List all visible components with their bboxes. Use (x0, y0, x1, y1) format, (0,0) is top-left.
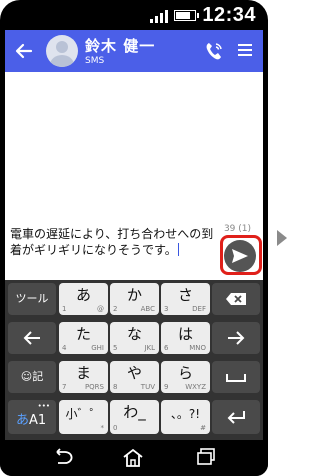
mode-dots-icon: ••• (37, 402, 50, 410)
key-digit: 2 (113, 305, 118, 313)
key-digit: 9 (164, 383, 169, 391)
key-digit: 8 (113, 383, 118, 391)
key-ma[interactable]: ま 7 PQRS (59, 361, 108, 393)
key-wa[interactable]: わ_ 0 (110, 400, 159, 434)
key-label: か (126, 286, 142, 304)
input-mode-key[interactable]: あA1 ••• (8, 400, 56, 434)
space-icon (226, 374, 246, 382)
key-digit: 0 (113, 424, 118, 432)
key-label: わ_ (123, 403, 146, 421)
nav-recents-icon[interactable] (196, 448, 216, 466)
key-ra[interactable]: ら 9 WXYZ (161, 361, 210, 393)
arrow-right-icon (228, 331, 245, 345)
character-counter: 39 (1) (223, 224, 251, 234)
message-input[interactable]: 電車の遅延により、打ち合わせへの到着がギリギリになりそうです。 (10, 226, 220, 258)
message-thread (5, 72, 263, 222)
key-sublabel: DEF (192, 305, 206, 313)
message-text: 電車の遅延により、打ち合わせへの到着がギリギリになりそうです。 (10, 227, 214, 257)
key-ta[interactable]: た 4 GHI (59, 322, 108, 354)
key-digit: 7 (62, 383, 67, 391)
app-header: 鈴木 健一 SMS (5, 30, 263, 72)
status-bar: 12:34 (0, 0, 268, 30)
key-sublabel: @ (97, 305, 104, 313)
nav-home-icon[interactable] (122, 448, 144, 468)
key-sublabel: * (100, 424, 105, 432)
key-punctuation[interactable]: 、。?! # (161, 400, 210, 434)
mode-label-alnum: A1 (29, 413, 47, 428)
key-ka[interactable]: か 2 ABC (110, 283, 159, 315)
status-time: 12:34 (202, 4, 256, 26)
key-digit: 6 (164, 344, 169, 352)
key-sublabel: JKL (144, 344, 155, 352)
key-sublabel: TUV (140, 383, 155, 391)
nav-back-icon[interactable] (50, 448, 74, 466)
key-dakuten[interactable]: 小゛゜ * (59, 400, 108, 434)
key-label: あ (75, 286, 91, 304)
contact-name: 鈴木 健一 (85, 37, 156, 55)
cursor-right-key[interactable] (212, 322, 260, 354)
key-label: ま (75, 364, 91, 382)
key-label: ら (177, 364, 193, 382)
back-arrow-icon[interactable] (13, 40, 35, 62)
enter-key[interactable] (212, 400, 260, 434)
text-cursor (177, 243, 180, 256)
send-icon (232, 249, 248, 263)
mode-label: あA1 (16, 409, 46, 428)
key-label: た (75, 325, 91, 343)
conversation-type: SMS (85, 56, 105, 66)
key-sublabel: MNO (189, 344, 206, 352)
emoji-symbol-key[interactable]: ☺記 (8, 361, 56, 393)
key-digit: 4 (62, 344, 67, 352)
key-ha[interactable]: は 6 MNO (161, 322, 210, 354)
backspace-key[interactable] (212, 283, 260, 315)
enter-icon (227, 411, 245, 424)
send-button[interactable] (224, 240, 256, 272)
key-label: や (126, 364, 142, 382)
tool-key-label: ツール (15, 292, 49, 305)
key-label: は (177, 325, 193, 343)
next-page-arrow-icon[interactable] (277, 230, 287, 246)
key-ya[interactable]: や 8 TUV (110, 361, 159, 393)
mode-label-kana: あ (16, 413, 30, 428)
menu-icon[interactable] (238, 44, 252, 58)
key-sublabel: ABC (140, 305, 155, 313)
battery-icon (174, 10, 200, 21)
key-label: な (126, 325, 142, 343)
key-sa[interactable]: さ 3 DEF (161, 283, 210, 315)
key-sublabel: GHI (91, 344, 104, 352)
key-label: さ (177, 286, 193, 304)
cursor-left-key[interactable] (8, 322, 56, 354)
backspace-icon (226, 293, 246, 305)
key-sublabel: # (200, 424, 206, 432)
navigation-bar (0, 440, 268, 476)
key-a[interactable]: あ 1 @ (59, 283, 108, 315)
phone-screen: 12:34 鈴木 健一 SMS 39 (1) 電車の遅延により、打ち合わせへの到… (0, 0, 268, 476)
message-composer: 39 (1) 電車の遅延により、打ち合わせへの到着がギリギリになりそうです。 (5, 222, 263, 280)
key-digit: 5 (113, 344, 118, 352)
key-label: 、。?! (170, 407, 201, 421)
contact-avatar[interactable] (46, 35, 78, 67)
tool-key[interactable]: ツール (8, 283, 56, 315)
signal-icon (150, 9, 169, 23)
key-digit: 3 (164, 305, 169, 313)
key-na[interactable]: な 5 JKL (110, 322, 159, 354)
key-digit: 1 (62, 305, 67, 313)
keyboard: ツール あ 1 @ か 2 ABC さ 3 DEF た 4 GHI な 5 JK… (5, 280, 263, 440)
key-sublabel: PQRS (84, 383, 104, 391)
key-label: 小゛゜ (65, 407, 102, 421)
space-key[interactable] (212, 361, 260, 393)
phone-call-icon[interactable] (204, 40, 224, 62)
arrow-left-icon (23, 331, 40, 345)
emoji-key-label: ☺記 (20, 370, 44, 383)
key-sublabel: WXYZ (185, 383, 206, 391)
